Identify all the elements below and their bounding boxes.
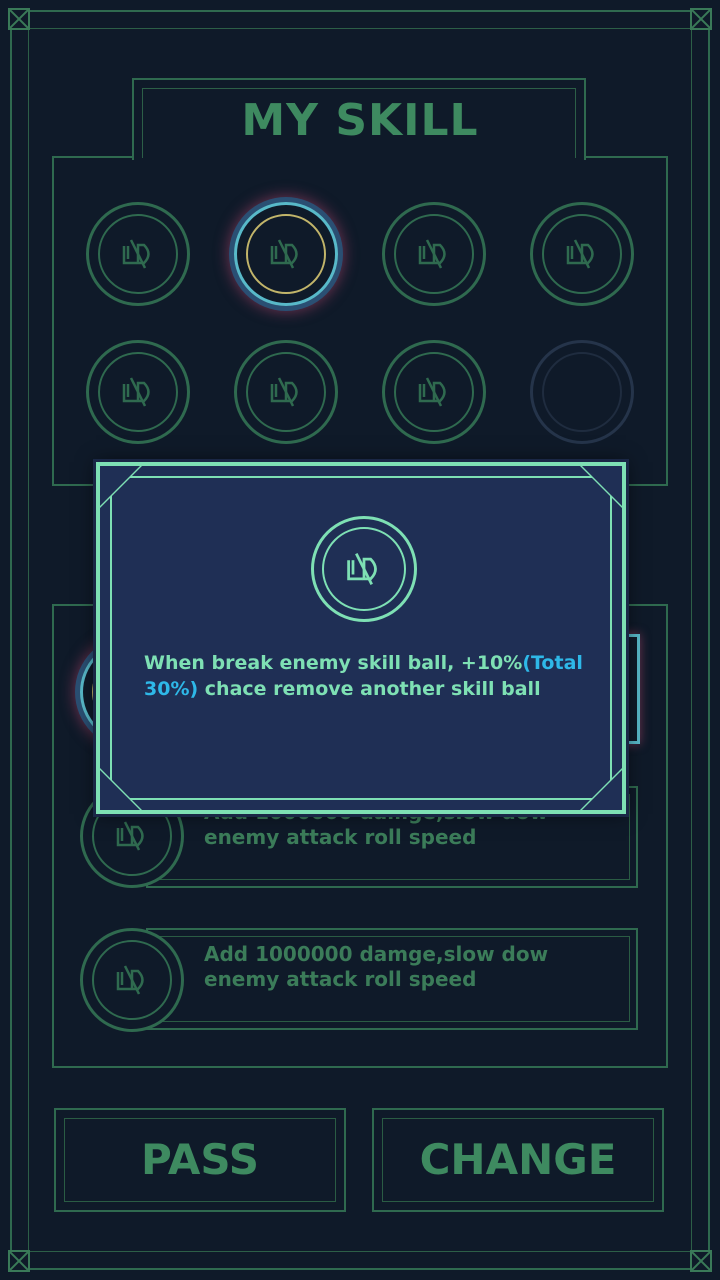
skill-detail-popup[interactable]: When break enemy skill ball, +10%(Total … — [96, 462, 626, 814]
skill-slot[interactable] — [382, 340, 486, 444]
skill-card[interactable]: Add 1000000 damge,slow dow enemy attack … — [146, 928, 638, 1030]
corner-ornament-icon — [690, 1250, 712, 1272]
corner-ornament-icon — [8, 1250, 30, 1272]
skill-slot[interactable] — [530, 202, 634, 306]
corner-ornament-icon — [690, 8, 712, 30]
skill-slot[interactable] — [382, 202, 486, 306]
pass-button[interactable]: PASS — [54, 1108, 346, 1212]
skill-glyph-icon — [122, 377, 150, 407]
change-button-label: CHANGE — [419, 1135, 617, 1184]
skill-slot[interactable] — [86, 340, 190, 444]
page-title: MY SKILL — [241, 95, 479, 146]
skill-glyph-icon — [418, 377, 446, 407]
popup-desc-tail: chace remove another skill ball — [198, 678, 541, 700]
popup-desc-main: When break enemy skill ball, +10% — [144, 652, 523, 674]
skill-glyph-icon — [122, 239, 150, 269]
skill-glyph-icon — [116, 821, 144, 851]
skill-slot[interactable] — [234, 340, 338, 444]
popup-description: When break enemy skill ball, +10%(Total … — [144, 650, 594, 702]
skill-glyph-icon — [116, 965, 144, 995]
skill-glyph-icon — [347, 552, 377, 586]
pass-button-label: PASS — [140, 1135, 260, 1184]
empty-skill-slot — [530, 340, 634, 444]
skill-card-description: Add 1000000 damge,slow dow enemy attack … — [204, 942, 549, 991]
popup-skill-orb — [311, 516, 417, 622]
change-button[interactable]: CHANGE — [372, 1108, 664, 1212]
corner-ornament-icon — [8, 8, 30, 30]
skill-slot[interactable] — [86, 202, 190, 306]
skill-glyph-icon — [566, 239, 594, 269]
skill-slot[interactable] — [234, 202, 338, 306]
skill-glyph-icon — [270, 239, 298, 269]
card-skill-orb — [80, 928, 184, 1032]
skill-glyph-icon — [270, 377, 298, 407]
skill-glyph-icon — [418, 239, 446, 269]
